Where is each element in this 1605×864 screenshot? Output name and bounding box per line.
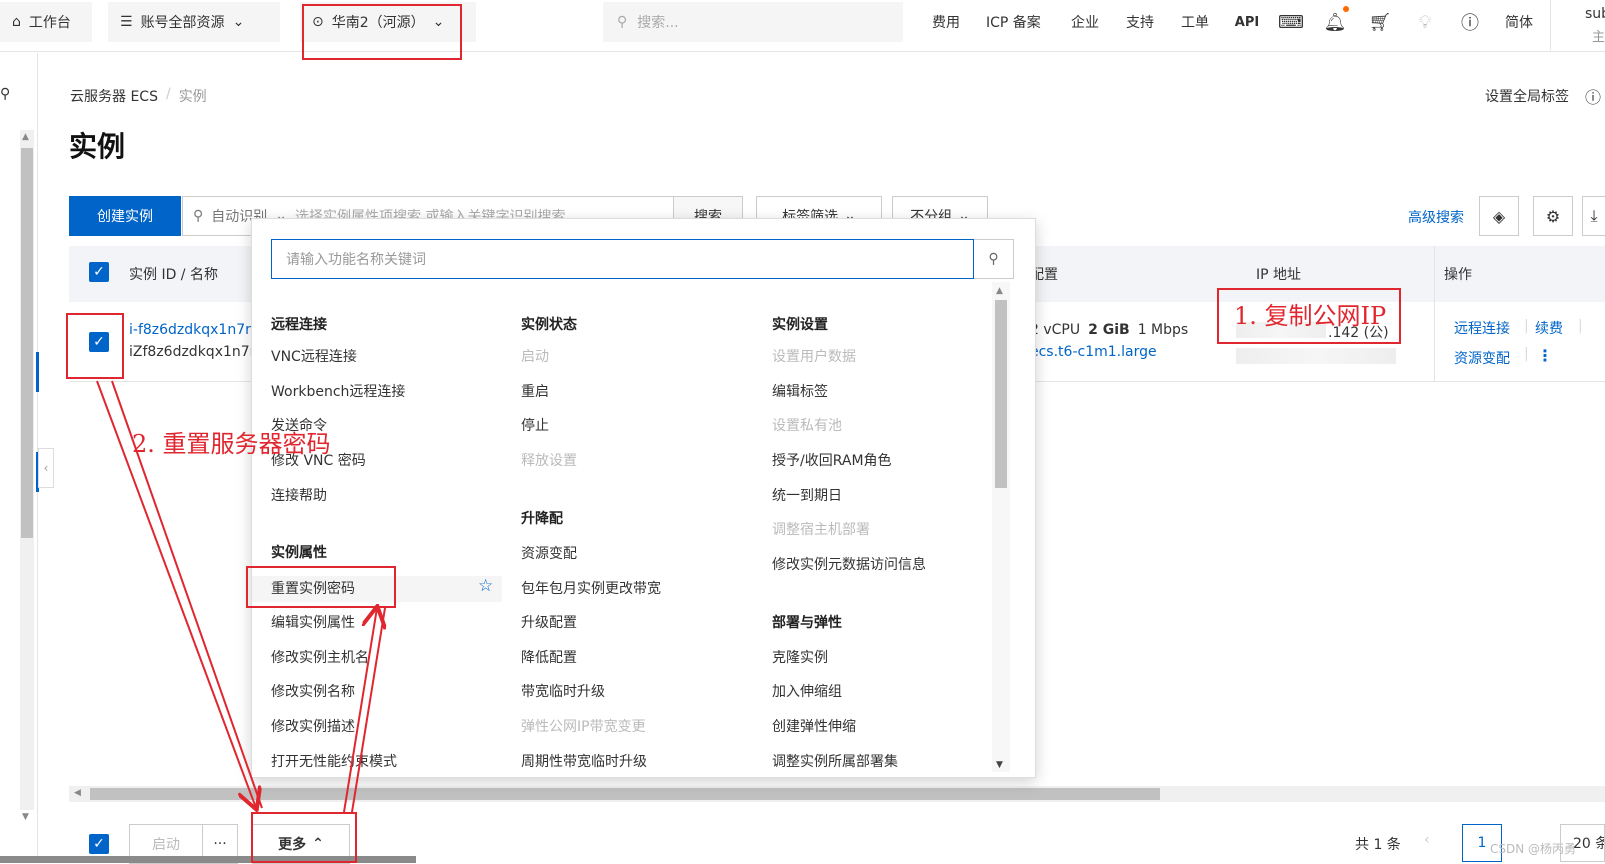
arrow-checkbox-to-more [96, 380, 256, 808]
annotation-arrows [96, 380, 1605, 863]
arrow-more-to-reset-double [351, 607, 386, 813]
arrow-more-to-reset [343, 608, 377, 813]
arrow-checkbox-to-more-double [111, 380, 263, 809]
